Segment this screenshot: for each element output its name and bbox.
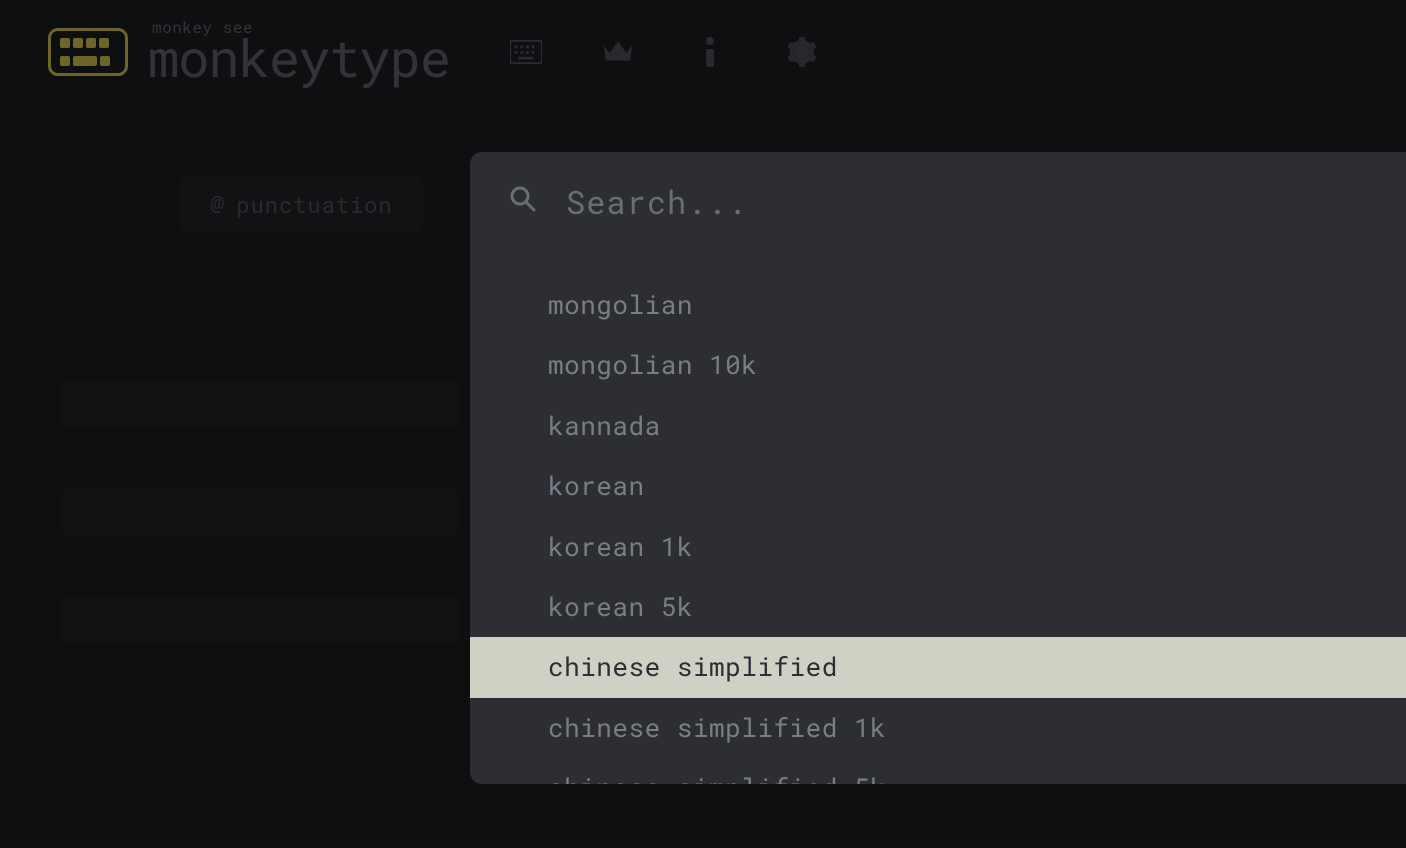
language-item[interactable]: mongolian — [470, 275, 1406, 335]
language-list[interactable]: mongolianmongolian 10kkannadakoreankorea… — [470, 243, 1406, 784]
language-modal: mongolianmongolian 10kkannadakoreankorea… — [470, 152, 1406, 784]
language-item[interactable]: kannada — [470, 396, 1406, 456]
language-item[interactable]: mongolian 10k — [470, 335, 1406, 395]
search-icon — [510, 186, 536, 217]
language-item[interactable]: korean 5k — [470, 577, 1406, 637]
language-item[interactable]: chinese simplified 5k — [470, 758, 1406, 784]
search-input[interactable] — [566, 180, 1366, 223]
language-item[interactable]: korean 1k — [470, 517, 1406, 577]
language-item[interactable]: korean — [470, 456, 1406, 516]
language-item[interactable]: chinese simplified — [470, 637, 1406, 697]
language-item[interactable]: chinese simplified 1k — [470, 698, 1406, 758]
search-row — [470, 152, 1406, 243]
